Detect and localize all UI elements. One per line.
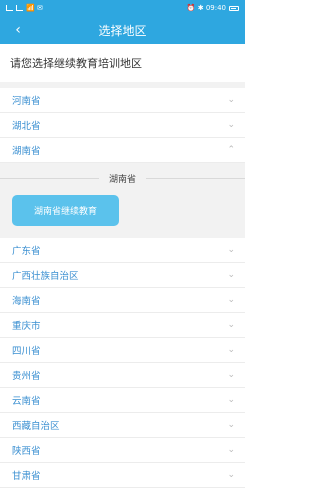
province-label: 重庆市 xyxy=(12,321,41,332)
chevron-left-icon: ‹ xyxy=(15,22,21,38)
chevron-icon: ⌄ xyxy=(227,320,235,330)
province-label: 湖北省 xyxy=(12,121,41,132)
status-left: 📶 ✉ xyxy=(6,4,43,12)
province-row[interactable]: 四川省 ⌄ xyxy=(0,338,245,363)
province-label: 海南省 xyxy=(12,296,41,307)
chevron-icon: ⌄ xyxy=(227,95,235,105)
expanded-panel-title: 湖南省 xyxy=(0,167,246,189)
province-label: 湖南省 xyxy=(12,146,41,157)
province-label: 四川省 xyxy=(12,346,41,357)
province-label: 河南省 xyxy=(12,96,41,107)
province-list-top: 河南省 ⌄ 湖北省 ⌄ 湖南省 ⌃ xyxy=(0,88,245,163)
status-right: ⏰ ✱ 09:40 xyxy=(187,4,239,12)
province-label: 甘肃省 xyxy=(12,471,41,482)
province-label: 广东省 xyxy=(12,246,41,257)
province-list-bottom: 广东省 ⌄ 广西壮族自治区 ⌄ 海南省 ⌄ 重庆市 ⌄ 四川省 ⌄ 贵州省 ⌄ 云南省 ⌄ 西藏自治区 ⌄ 陕西… xyxy=(0,238,245,488)
expanded-panel: 湖南省 湖南省继续教育 xyxy=(0,163,246,238)
province-row[interactable]: 海南省 ⌄ xyxy=(0,288,245,313)
province-row[interactable]: 河南省 ⌄ xyxy=(0,88,245,113)
chevron-icon: ⌄ xyxy=(227,470,235,480)
region-prompt: 请您选择继续教育培训地区 xyxy=(0,44,245,88)
chevron-icon: ⌄ xyxy=(227,245,235,255)
notification-icons: 📶 ✉ xyxy=(26,4,43,12)
chevron-icon: ⌄ xyxy=(227,420,235,430)
signal-icon xyxy=(16,5,23,11)
divider xyxy=(0,177,99,179)
province-row[interactable]: 重庆市 ⌄ xyxy=(0,313,245,338)
province-row[interactable]: 西藏自治区 ⌄ xyxy=(0,413,245,438)
province-row[interactable]: 陕西省 ⌄ xyxy=(0,438,245,463)
chevron-icon: ⌄ xyxy=(227,370,235,380)
page-title: 选择地区 xyxy=(98,23,147,38)
province-label: 西藏自治区 xyxy=(12,421,60,432)
province-row[interactable]: 湖南省 ⌃ xyxy=(0,138,245,163)
divider xyxy=(146,177,246,179)
province-row[interactable]: 云南省 ⌄ xyxy=(0,388,245,413)
app-header: ‹ 选择地区 xyxy=(0,16,245,44)
hunan-continuing-education-button[interactable]: 湖南省继续教育 xyxy=(12,195,119,226)
chevron-icon: ⌄ xyxy=(227,395,235,405)
chevron-icon: ⌄ xyxy=(227,295,235,305)
back-button[interactable]: ‹ xyxy=(8,20,28,40)
expanded-province-name: 湖南省 xyxy=(109,174,137,185)
chevron-icon: ⌄ xyxy=(227,445,235,455)
province-row[interactable]: 广东省 ⌄ xyxy=(0,238,245,263)
signal-icon xyxy=(6,5,13,11)
chevron-icon: ⌄ xyxy=(227,345,235,355)
province-row[interactable]: 湖北省 ⌄ xyxy=(0,113,245,138)
chevron-icon: ⌃ xyxy=(227,145,235,155)
province-row[interactable]: 广西壮族自治区 ⌄ xyxy=(0,263,245,288)
status-time: ⏰ ✱ 09:40 xyxy=(186,4,226,12)
province-label: 广西壮族自治区 xyxy=(12,271,79,282)
province-label: 云南省 xyxy=(12,396,41,407)
province-label: 陕西省 xyxy=(12,446,41,457)
province-row[interactable]: 甘肃省 ⌄ xyxy=(0,463,245,488)
chevron-icon: ⌄ xyxy=(227,270,235,280)
status-bar: 📶 ✉ ⏰ ✱ 09:40 xyxy=(0,0,245,16)
province-row[interactable]: 贵州省 ⌄ xyxy=(0,363,245,388)
chevron-icon: ⌄ xyxy=(227,120,235,130)
province-label: 贵州省 xyxy=(12,371,41,382)
battery-icon xyxy=(229,5,239,11)
